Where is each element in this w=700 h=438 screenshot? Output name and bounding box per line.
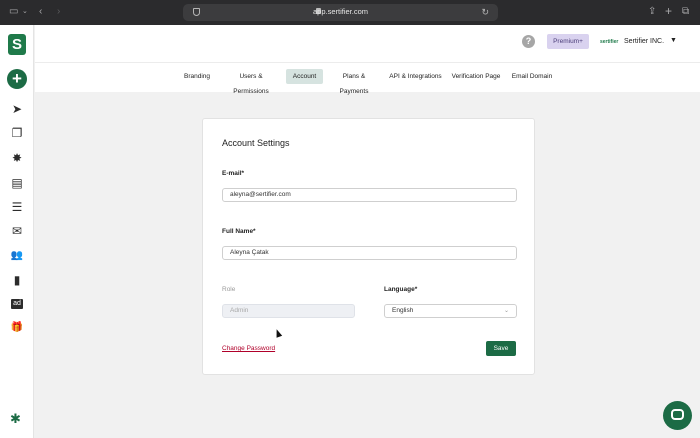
- back-icon[interactable]: ‹: [39, 6, 42, 18]
- reload-icon[interactable]: ↻: [481, 7, 489, 18]
- chart-icon[interactable]: ▮: [9, 273, 25, 287]
- tab-account[interactable]: Account: [286, 69, 323, 84]
- chevron-down-icon: ⌄: [503, 308, 509, 314]
- chat-widget-button[interactable]: [663, 401, 692, 430]
- card-title: Account Settings: [222, 138, 290, 148]
- certificate-icon[interactable]: ▤: [9, 176, 25, 190]
- list-icon[interactable]: ☰: [9, 200, 25, 214]
- organization-logo: sertifier: [600, 39, 619, 45]
- forward-icon[interactable]: ›: [57, 6, 60, 18]
- sidebar: S + ➤ ❐ ✸ ▤ ☰ ✉ 👥 ▮ ad 🎁 ✱: [0, 25, 34, 438]
- create-button[interactable]: +: [7, 69, 27, 89]
- send-icon[interactable]: ➤: [9, 102, 25, 116]
- language-select[interactable]: English ⌄: [384, 304, 517, 318]
- tab-email-domain[interactable]: Email Domain: [511, 69, 553, 84]
- badge-icon[interactable]: ✸: [9, 151, 25, 165]
- fullname-label: Full Name*: [222, 228, 256, 235]
- language-label: Language*: [384, 286, 418, 293]
- change-password-link[interactable]: Change Password: [222, 345, 275, 352]
- language-value: English: [392, 307, 414, 314]
- settings-gear-icon[interactable]: ✱: [10, 411, 21, 427]
- users-icon[interactable]: 👥: [9, 249, 25, 263]
- fullname-field[interactable]: Aleyna Çatak: [222, 246, 517, 260]
- tab-branding[interactable]: Branding: [181, 69, 213, 84]
- chat-bubble-icon: [671, 409, 684, 420]
- tab-verification-page[interactable]: Verification Page: [451, 69, 501, 84]
- new-tab-icon[interactable]: +: [665, 5, 672, 17]
- top-header: ? Premium+ sertifier Sertifier INC. ▼: [35, 25, 700, 62]
- tab-users-permissions[interactable]: Users & Permissions: [221, 69, 281, 95]
- browser-toolbar: ▭ ⌄ ‹ › app.sertifier.com ↻ ⇪ + ⧉: [0, 0, 700, 25]
- settings-tabs: Branding Users & Permissions Account Pla…: [35, 62, 700, 95]
- help-icon[interactable]: ?: [522, 35, 535, 48]
- mail-icon[interactable]: ✉: [9, 224, 25, 238]
- chevron-down-icon[interactable]: ⌄: [22, 6, 28, 18]
- save-button[interactable]: Save: [486, 341, 516, 356]
- share-icon[interactable]: ⇪: [648, 6, 656, 18]
- ad-icon[interactable]: ad: [11, 299, 23, 309]
- role-label: Role: [222, 286, 236, 293]
- account-settings-card: Account Settings E-mail* aleyna@sertifie…: [202, 118, 535, 375]
- tab-plans-payments[interactable]: Plans & Payments: [328, 69, 380, 95]
- sidebar-toggle-icon[interactable]: ▭: [9, 6, 18, 18]
- email-field[interactable]: aleyna@sertifier.com: [222, 188, 517, 202]
- organization-name[interactable]: Sertifier INC.: [624, 38, 664, 45]
- tab-api-integrations[interactable]: API & Integrations: [389, 69, 442, 84]
- tabs-overview-icon[interactable]: ⧉: [682, 6, 689, 18]
- address-bar[interactable]: app.sertifier.com ↻: [183, 4, 498, 21]
- url-text: app.sertifier.com: [312, 7, 369, 16]
- premium-badge[interactable]: Premium+: [547, 34, 589, 49]
- gift-icon[interactable]: 🎁: [9, 321, 25, 335]
- email-label: E-mail*: [222, 170, 245, 177]
- chevron-down-icon[interactable]: ▼: [670, 37, 677, 44]
- role-field: Admin: [222, 304, 355, 318]
- sertifier-logo[interactable]: S: [8, 34, 26, 55]
- copy-icon[interactable]: ❐: [9, 126, 25, 140]
